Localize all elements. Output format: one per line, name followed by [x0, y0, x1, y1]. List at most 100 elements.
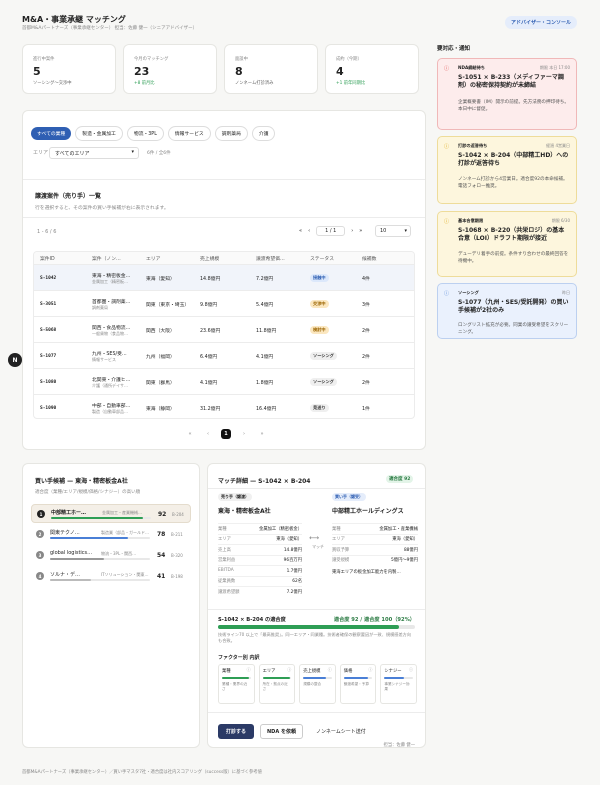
case-sales: 31.2億円: [200, 406, 221, 412]
kv-key: 従業員数: [218, 579, 236, 584]
case-name-cell: 東海・精密板金… 金属加工（精密板…: [92, 265, 130, 291]
case-sales: 9.8億円: [200, 302, 218, 308]
factor-card: 売上規模 ⓘ 規模の整合: [299, 664, 336, 704]
case-name: 首都圏・調剤薬…: [92, 299, 131, 305]
first-page-icon[interactable]: «: [299, 228, 302, 234]
candidate-count: 2件: [362, 354, 370, 360]
buyer-item[interactable]: 1 中部精工ホー… 金属加工・産業機械… 92 B-204: [31, 504, 191, 523]
page-button[interactable]: 1: [221, 429, 231, 439]
alert-time: 期限 6/30: [551, 218, 570, 223]
alert-card[interactable]: ⓘ 打診の返答待ち 経過 4営業日 S-1042 × B-204（中部精工HD）への打…: [437, 136, 577, 204]
table-row[interactable]: S-5068 関西・食品物流… 一般貨物（食品物… 関西（大阪） 23.6億円 11.8億…: [34, 316, 414, 342]
status-badge: 接触中: [310, 274, 329, 282]
alert-card[interactable]: ⓘ 基本合意期限 期限 6/30 S-1068 × B-220（共栄ロジ）の基本合意（…: [437, 211, 577, 277]
column-header[interactable]: ステータス: [310, 255, 334, 262]
kv-key: 業種: [218, 526, 227, 532]
case-name-cell: 中部・自動車部… 製造（自動車部品…: [92, 395, 131, 418]
prev-page-icon[interactable]: ‹: [308, 228, 310, 234]
buyer-item[interactable]: 2 関東テクノ… 製造業（部品・ガールド… 78 B-211: [31, 525, 191, 544]
factor-sub: 業種・業界の近さ: [222, 682, 248, 691]
case-name-cell: 北関東・介護ヒ… 介護（通所デイサ…: [92, 369, 130, 395]
column-header[interactable]: 案件ID: [40, 255, 55, 262]
filter-chip[interactable]: 物流・3PL: [126, 126, 164, 141]
kpi-value: 5: [33, 65, 41, 78]
kpi-sub: ソーシング〜交渉中: [33, 81, 72, 86]
next-page-icon[interactable]: ›: [239, 429, 249, 439]
floating-action-button[interactable]: N: [8, 353, 22, 367]
case-industry: 情報サービス: [92, 356, 116, 362]
page-size-select[interactable]: 10 ▾: [375, 225, 411, 237]
alert-body: ロングリスト拡充が必要。同業の譲受希望をスクリーニング。: [458, 323, 569, 335]
table-row[interactable]: S-1090 中部・自動車部… 製造（自動車部品… 東海（静岡） 31.2億円 16.4億…: [34, 394, 414, 418]
alert-icon: ⓘ: [444, 144, 450, 150]
buyers-panel: 買い手候補 — 東海・精密板金A社 適合度（業種/エリア/規模/価格/シナジー）…: [22, 463, 200, 748]
status-cell: 見送り: [310, 395, 329, 418]
filter-chip[interactable]: 介護: [251, 126, 276, 141]
first-page-icon[interactable]: «: [185, 429, 195, 439]
nda-button[interactable]: NDA を依頼: [260, 724, 303, 739]
column-header[interactable]: 譲渡希望価…: [256, 255, 285, 262]
kv-value: 金属加工（精密板金）: [259, 526, 302, 532]
factor-bar: [384, 677, 413, 679]
prev-page-icon[interactable]: ‹: [203, 429, 213, 439]
factor-bar: [303, 677, 332, 679]
detail-fit-badge: 適合度 92: [386, 475, 414, 483]
column-header[interactable]: エリア: [146, 255, 160, 262]
alert-icon: ⓘ: [444, 219, 450, 225]
case-sales: 23.6億円: [200, 328, 221, 334]
column-header[interactable]: 候補数: [362, 255, 376, 262]
column-header[interactable]: 売上規模: [200, 255, 219, 262]
filter-chip[interactable]: 製造・金属加工: [75, 126, 123, 141]
buyer-tag: 金属加工・産業機械…: [102, 510, 142, 515]
filter-chip[interactable]: すべての業種: [31, 127, 72, 140]
case-area: 九州（福岡）: [146, 354, 175, 360]
kv-value: 5億円〜9億円: [391, 558, 418, 563]
chevron-down-icon: ▾: [404, 228, 407, 234]
case-area: 東海（愛知）: [146, 276, 175, 282]
column-header[interactable]: 案件（ノン…: [92, 255, 121, 262]
buyer-item[interactable]: 4 ソルナ・デ… ITソリューション・関東… 41 B-198: [31, 567, 191, 586]
last-page-icon[interactable]: »: [359, 228, 362, 234]
kv-key: 売上高: [218, 547, 231, 553]
last-page-icon[interactable]: »: [257, 429, 267, 439]
next-page-icon[interactable]: ›: [351, 228, 353, 234]
filter-chip[interactable]: 情報サービス: [167, 126, 211, 141]
area-select[interactable]: すべてのエリア ▾: [49, 147, 139, 159]
case-name: 中部・自動車部…: [92, 403, 131, 409]
table-row[interactable]: S-1042 東海・精密板金… 金属加工（精密板… 東海（愛知） 14.8億円 7.2億円…: [34, 264, 414, 290]
case-id: S-1090: [40, 405, 57, 411]
table-row[interactable]: S-3051 首都圏・調剤薬… 調剤薬局 関東（東京・埼玉） 9.8億円 5.4億円 交渉中…: [34, 290, 414, 316]
factor-list: 業種 ⓘ 業種・業界の近さ エリア ⓘ 所在・拠点の近さ 売上規模 ⓘ 規模の整合 価格 ⓘ 譲渡希望…: [218, 664, 417, 704]
result-count: 6件 / 全6件: [147, 151, 171, 156]
alert-title: S-1051 × B-233（メディファーマ調剤）の秘密保持契約が未締結: [458, 74, 564, 90]
fit-bar-fill: [218, 625, 400, 629]
area-select-value: すべてのエリア: [55, 151, 90, 157]
buyer-score-fill: [51, 517, 143, 519]
kpi-label: 成約（今期）: [336, 57, 362, 62]
console-button[interactable]: アドバイザー・コンソール: [505, 16, 578, 29]
listing-panel: すべての業種 製造・金属加工 物流・3PL 情報サービス 調剤薬局 介護 エリア すべての…: [22, 110, 426, 450]
kpi-card: 進行中案件 5 ソーシング〜交渉中: [22, 44, 116, 94]
table-row[interactable]: S-1080 北関東・介護ヒ… 介護（通所デイサ… 関東（群馬） 4.1億円 1.8億円 ソ…: [34, 368, 414, 394]
kv-row: 営業利益 96百万円: [218, 554, 302, 565]
case-id: S-3051: [40, 301, 57, 307]
nonname-button[interactable]: ノンネームシート送付: [312, 725, 370, 738]
case-price: 1.8億円: [256, 380, 274, 386]
pitch-button[interactable]: 打診する: [218, 724, 255, 739]
table-row[interactable]: S-1077 九州・SES/受… 情報サービス 九州（福岡） 6.4億円 4.1億円 ソーシ…: [34, 342, 414, 368]
alert-card[interactable]: ⓘ ソーシング 昨日 S-1077（九州・SES/受託開発）の買い手候補が2社のみ ロン…: [437, 283, 577, 339]
filter-chip[interactable]: 調剤薬局: [214, 126, 248, 141]
buyer-item[interactable]: 3 global logistics… 物流・3PL・関西… 54 B-320: [31, 546, 191, 565]
status-badge: 検討中: [310, 326, 329, 334]
case-sales: 6.4億円: [200, 354, 218, 360]
alert-body: ノンネーム打診から4営業日。適合度92の本命候補。電話フォロー推奨。: [458, 177, 568, 189]
buyer-name: 中部精工ホー…: [51, 510, 87, 516]
kv-row: 従業員数 62名: [218, 575, 302, 586]
candidate-count: 1件: [362, 406, 370, 412]
factor-sub: 事業シナジー効果: [384, 682, 410, 691]
buyer-score: 41: [157, 573, 166, 580]
kv-row: 業種 金属加工・産業機械: [332, 523, 418, 533]
factor-bar-fill: [222, 677, 250, 679]
buyer-note: 東海エリアの板金加工能力を内製…: [332, 570, 401, 575]
alert-card[interactable]: ⓘ NDA締結待ち 期限 本日 17:00 S-1051 × B-233（メディファー…: [437, 58, 577, 130]
